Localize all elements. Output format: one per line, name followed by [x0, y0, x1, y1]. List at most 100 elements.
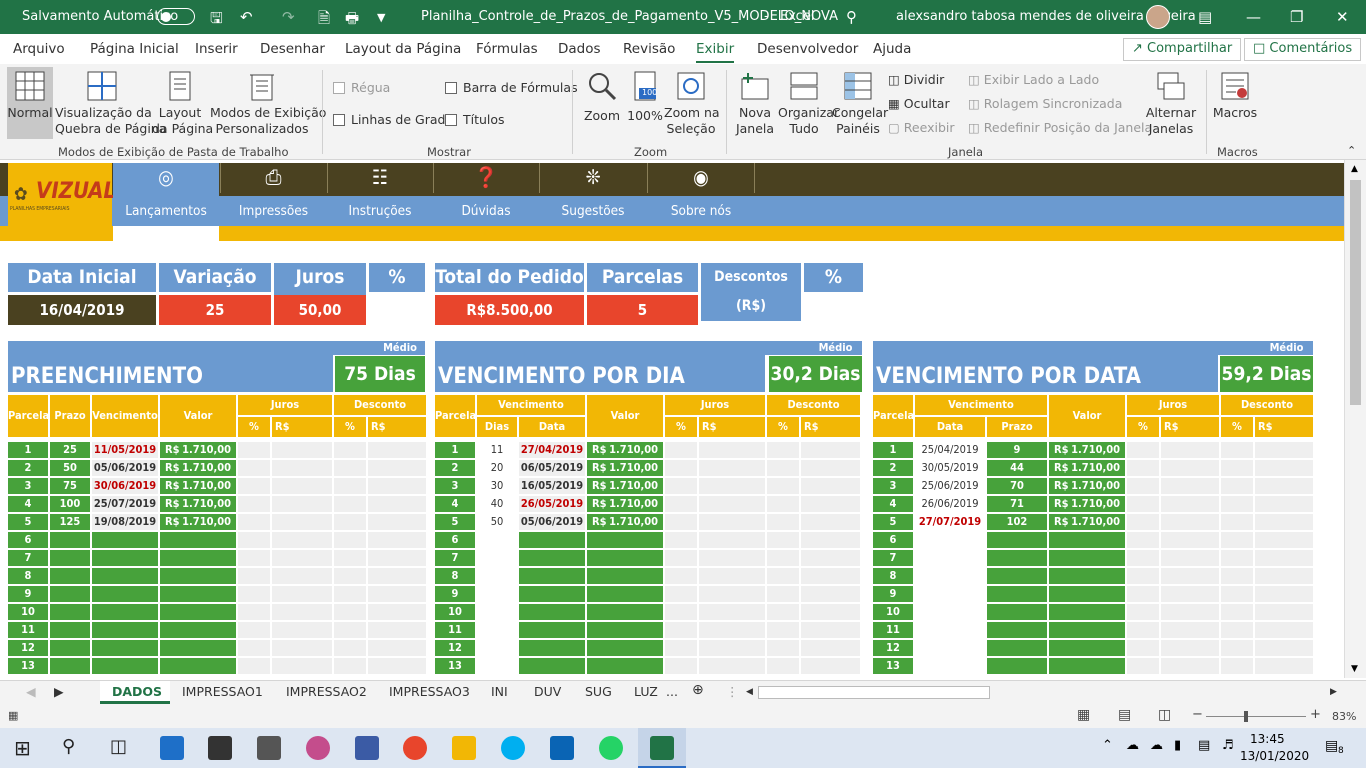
cell-empty[interactable] — [272, 568, 332, 584]
cell-empty[interactable] — [1255, 460, 1313, 476]
cell-valor[interactable] — [1049, 640, 1125, 656]
cell-valor[interactable] — [160, 586, 236, 602]
cell-empty[interactable] — [699, 586, 765, 602]
cell-valor[interactable]: R$ 1.710,00 — [587, 514, 663, 530]
cell-vencimento[interactable]: 19/08/2019 — [92, 514, 158, 530]
cell-prazo[interactable]: 70 — [987, 478, 1047, 494]
cell-data[interactable] — [915, 640, 985, 656]
cell-valor[interactable]: R$ 1.710,00 — [587, 478, 663, 494]
cell-empty[interactable] — [665, 460, 697, 476]
cell-prazo[interactable] — [987, 568, 1047, 584]
cell-empty[interactable] — [272, 550, 332, 566]
cell-dias[interactable] — [477, 640, 517, 656]
redo-icon[interactable]: ↷ — [282, 8, 295, 26]
cell-empty[interactable] — [368, 442, 426, 458]
cell-empty[interactable] — [1161, 604, 1219, 620]
cell-empty[interactable] — [368, 568, 426, 584]
cell-empty[interactable] — [767, 568, 799, 584]
cell-valor[interactable] — [587, 604, 663, 620]
cell-empty[interactable] — [1221, 658, 1253, 674]
cell-empty[interactable] — [238, 532, 270, 548]
cell-empty[interactable] — [368, 550, 426, 566]
cell-valor[interactable]: R$ 1.710,00 — [1049, 442, 1125, 458]
battery-icon[interactable]: ▮ — [1174, 738, 1181, 753]
taskbar-search-icon[interactable]: ⚲ — [62, 736, 75, 757]
notification-icon[interactable]: ▤ — [1325, 738, 1338, 754]
cell-empty[interactable] — [1255, 478, 1313, 494]
hscroll-thumb[interactable] — [758, 686, 990, 699]
cell-empty[interactable] — [1161, 460, 1219, 476]
cell-valor[interactable] — [160, 532, 236, 548]
cell-empty[interactable] — [368, 640, 426, 656]
cell-prazo[interactable]: 100 — [50, 496, 90, 512]
cell-empty[interactable] — [334, 514, 366, 530]
cell-empty[interactable] — [334, 460, 366, 476]
page-break-view-button[interactable]: Visualização da Quebra de Página — [55, 67, 166, 139]
cell-empty[interactable] — [1127, 586, 1159, 602]
cell-empty[interactable] — [1127, 568, 1159, 584]
cell-vencimento[interactable]: 11/05/2019 — [92, 442, 158, 458]
cell-empty[interactable] — [272, 442, 332, 458]
cell-empty[interactable] — [1127, 478, 1159, 494]
close-icon[interactable]: ✕ — [1336, 8, 1349, 26]
hscroll-left-icon[interactable]: ◀ — [746, 687, 753, 697]
cell-empty[interactable] — [272, 604, 332, 620]
cell-empty[interactable] — [801, 496, 860, 512]
cell-empty[interactable] — [767, 604, 799, 620]
worksheet[interactable]: ✿ VIZUAL PLANILHAS EMPRESARIAIS ◎ Lançame… — [0, 160, 1344, 678]
cell-empty[interactable] — [801, 622, 860, 638]
value-parcelas[interactable]: 5 — [587, 295, 698, 325]
cell-empty[interactable] — [699, 622, 765, 638]
cell-data[interactable] — [915, 568, 985, 584]
tab-desenvolvedor[interactable]: Desenvolvedor — [757, 41, 858, 57]
cell-valor[interactable] — [1049, 550, 1125, 566]
cell-dias[interactable] — [477, 586, 517, 602]
cell-valor[interactable]: R$ 1.710,00 — [160, 514, 236, 530]
cell-empty[interactable] — [1255, 442, 1313, 458]
cell-empty[interactable] — [272, 496, 332, 512]
cell-valor[interactable]: R$ 1.710,00 — [160, 442, 236, 458]
comments-button[interactable]: □ Comentários — [1244, 38, 1362, 61]
cell-prazo[interactable] — [987, 658, 1047, 674]
cell-empty[interactable] — [699, 640, 765, 656]
cell-data[interactable] — [519, 568, 585, 584]
cell-empty[interactable] — [767, 532, 799, 548]
sheet-tab-impressao2[interactable]: IMPRESSAO2 — [286, 684, 367, 699]
cell-empty[interactable] — [699, 604, 765, 620]
cell-vencimento[interactable] — [92, 586, 158, 602]
cell-empty[interactable] — [665, 478, 697, 494]
cell-dias[interactable] — [477, 604, 517, 620]
nav-impressoes[interactable]: ⎙ Impressões — [221, 163, 326, 226]
cell-empty[interactable] — [238, 496, 270, 512]
cell-empty[interactable] — [767, 478, 799, 494]
zoom-button[interactable]: Zoom — [582, 67, 622, 139]
cell-empty[interactable] — [238, 640, 270, 656]
taskbar-time[interactable]: 13:45 — [1250, 732, 1285, 746]
tab-layout-pagina[interactable]: Layout da Página — [345, 41, 461, 57]
cell-empty[interactable] — [368, 604, 426, 620]
cell-prazo[interactable]: 125 — [50, 514, 90, 530]
cell-valor[interactable] — [160, 568, 236, 584]
cell-empty[interactable] — [801, 460, 860, 476]
customize-qat-icon[interactable]: ▼ — [377, 11, 385, 24]
cell-empty[interactable] — [1221, 568, 1253, 584]
ruler-checkbox[interactable]: Régua — [333, 80, 390, 95]
hide-button[interactable]: ▦ Ocultar — [888, 96, 950, 111]
cell-valor[interactable] — [1049, 622, 1125, 638]
cell-empty[interactable] — [1255, 514, 1313, 530]
cell-prazo[interactable]: 71 — [987, 496, 1047, 512]
sheet-tab-impressao1[interactable]: IMPRESSAO1 — [182, 684, 263, 699]
cell-data[interactable] — [519, 658, 585, 674]
cell-empty[interactable] — [272, 586, 332, 602]
switch-windows-button[interactable]: Alternar Janelas — [1142, 67, 1200, 139]
cell-valor[interactable] — [160, 550, 236, 566]
cell-valor[interactable] — [160, 622, 236, 638]
cell-valor[interactable] — [587, 568, 663, 584]
cell-empty[interactable] — [665, 514, 697, 530]
cell-data[interactable]: 26/05/2019 — [519, 496, 585, 512]
cell-empty[interactable] — [238, 586, 270, 602]
cell-empty[interactable] — [334, 640, 366, 656]
cell-empty[interactable] — [272, 640, 332, 656]
cell-empty[interactable] — [238, 442, 270, 458]
cell-empty[interactable] — [767, 640, 799, 656]
